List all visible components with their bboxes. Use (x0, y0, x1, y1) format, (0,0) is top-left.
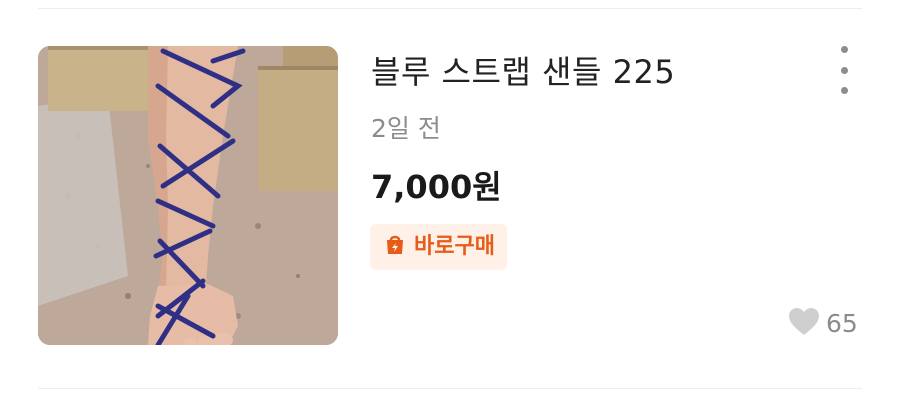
listing-page: 블루 스트랩 샌들 225 2일 전 7,000원 바로구매 65 (0, 0, 900, 403)
divider (38, 388, 862, 389)
dot (840, 46, 848, 53)
direct-purchase-badge: 바로구매 (370, 224, 507, 270)
product-thumbnail[interactable] (38, 46, 338, 345)
listing-title[interactable]: 블루 스트랩 샌들 225 (371, 50, 675, 94)
badge-label: 바로구매 (414, 234, 495, 259)
listing-price: 7,000원 (371, 168, 502, 206)
more-vertical-icon[interactable] (832, 46, 856, 94)
sandal-photo-image (38, 46, 338, 345)
dot (840, 66, 848, 74)
like-counter[interactable]: 65 (788, 306, 858, 342)
bolt-bag-icon (382, 232, 408, 262)
likes-count: 65 (826, 309, 858, 338)
posted-time: 2일 전 (371, 114, 441, 143)
listing-card[interactable]: 블루 스트랩 샌들 225 2일 전 7,000원 바로구매 65 (0, 0, 900, 403)
dot (840, 87, 848, 94)
heart-icon[interactable] (788, 307, 820, 341)
